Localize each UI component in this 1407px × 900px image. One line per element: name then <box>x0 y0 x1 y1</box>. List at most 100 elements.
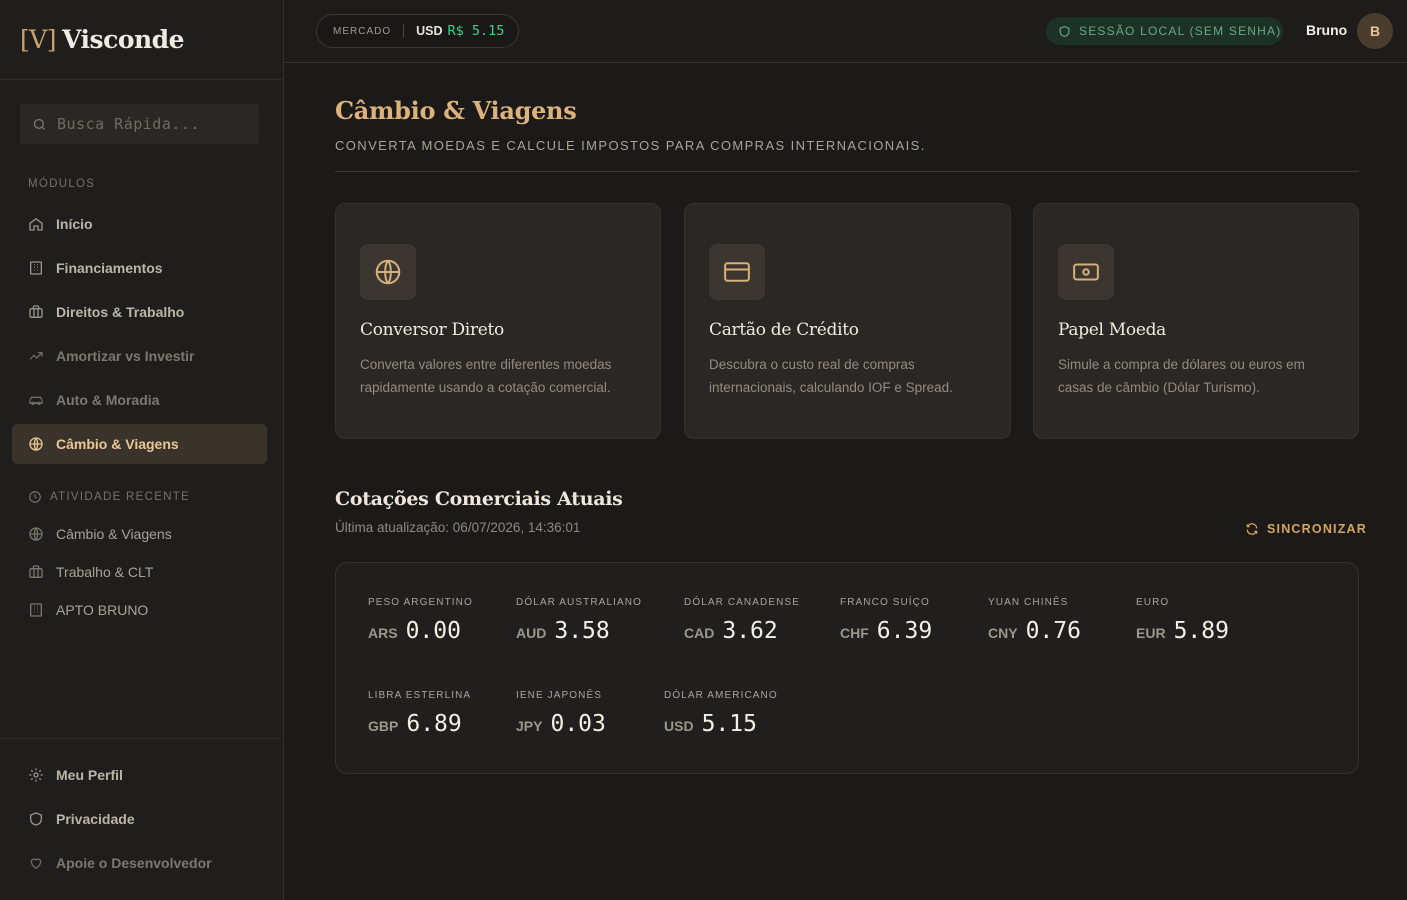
quote-code: USD <box>664 718 694 734</box>
market-divider <box>403 24 405 38</box>
sidebar-item-inicio[interactable]: Início <box>12 204 267 244</box>
quote-item: FRANCO SUÍÇO CHF 6.39 <box>840 597 932 644</box>
quote-code: ARS <box>368 625 398 641</box>
globe-icon <box>29 527 43 541</box>
card-title: Cartão de Crédito <box>709 320 859 340</box>
recent-label-text: ATIVIDADE RECENTE <box>50 491 191 503</box>
quote-code: AUD <box>516 625 547 641</box>
quote-item: DÓLAR AMERICANO USD 5.15 <box>664 690 778 737</box>
building-icon <box>30 603 42 617</box>
car-icon <box>29 396 43 405</box>
recent-item-label: APTO BRUNO <box>56 602 149 618</box>
sync-button[interactable]: SINCRONIZAR <box>1245 522 1367 536</box>
card-cartao-credito[interactable]: Cartão de Crédito Descubra o custo real … <box>684 203 1011 439</box>
card-description: Descubra o custo real de compras interna… <box>709 357 953 395</box>
sidebar-item-cambio[interactable]: Câmbio & Viagens <box>12 424 267 464</box>
sidebar-item-apoie[interactable]: Apoie o Desenvolvedor <box>12 843 267 883</box>
search-icon <box>33 118 45 130</box>
market-ticker: MERCADO USD R$ 5.15 <box>316 14 519 48</box>
sidebar: [V] Visconde MÓDULOS Início Financiament… <box>0 0 284 900</box>
sidebar-item-financiamentos[interactable]: Financiamentos <box>12 248 267 288</box>
sync-label: SINCRONIZAR <box>1267 522 1368 536</box>
quote-name: LIBRA ESTERLINA <box>368 690 472 701</box>
brand-name: Visconde <box>62 25 185 54</box>
heart-icon <box>30 858 42 870</box>
sidebar-item-label: Financiamentos <box>56 260 163 276</box>
quote-item: IENE JAPONÊS JPY 0.03 <box>516 690 606 737</box>
sidebar-item-perfil[interactable]: Meu Perfil <box>12 755 267 795</box>
sidebar-item-label: Auto & Moradia <box>56 392 160 408</box>
quote-value: 5.15 <box>701 711 757 737</box>
quote-value: 6.89 <box>406 711 462 737</box>
user-name[interactable]: Bruno <box>1306 22 1347 38</box>
quote-name: IENE JAPONÊS <box>516 690 602 701</box>
sidebar-footer <box>0 738 284 739</box>
card-description: Simule a compra de dólares ou euros em c… <box>1058 357 1305 395</box>
quote-code: GBP <box>368 718 399 734</box>
quote-name: DÓLAR AMERICANO <box>664 690 778 701</box>
quote-item: DÓLAR AUSTRALIANO AUD 3.58 <box>516 597 642 644</box>
home-icon <box>29 217 43 231</box>
card-conversor-direto[interactable]: Conversor Direto Converta valores entre … <box>335 203 661 439</box>
recent-item-label: Trabalho & CLT <box>56 564 154 580</box>
quote-code: EUR <box>1136 625 1166 641</box>
building-icon <box>30 261 42 275</box>
quote-value: 6.39 <box>876 618 933 644</box>
refresh-icon <box>1246 523 1258 535</box>
banknote-icon <box>1073 263 1099 281</box>
quote-value: 3.58 <box>554 618 610 644</box>
quote-item: DÓLAR CANADENSE CAD 3.62 <box>684 597 800 644</box>
card-icon-box <box>709 244 765 300</box>
quote-value: 3.62 <box>722 618 778 644</box>
market-value: R$ 5.15 <box>447 23 505 39</box>
avatar[interactable]: B <box>1357 13 1393 49</box>
shield-icon <box>30 812 42 826</box>
recent-item-cambio[interactable]: Câmbio & Viagens <box>12 514 267 554</box>
sidebar-item-label: Início <box>56 216 93 232</box>
quote-item: LIBRA ESTERLINA GBP 6.89 <box>368 690 471 737</box>
card-icon-box <box>360 244 416 300</box>
quote-code: CNY <box>988 625 1018 641</box>
quote-code: CAD <box>684 625 715 641</box>
sidebar-item-auto[interactable]: Auto & Moradia <box>12 380 267 420</box>
quote-item: YUAN CHINÊS CNY 0.76 <box>988 597 1081 644</box>
sidebar-item-label: Amortizar vs Investir <box>56 348 195 364</box>
card-title: Conversor Direto <box>360 320 504 340</box>
modules-label: MÓDULOS <box>28 178 96 190</box>
globe-icon <box>375 259 401 285</box>
quote-value: 5.89 <box>1173 618 1229 644</box>
globe-icon <box>29 437 43 451</box>
session-badge: SESSÃO LOCAL (SEM SENHA) <box>1046 17 1283 45</box>
sidebar-item-privacidade[interactable]: Privacidade <box>12 799 267 839</box>
card-icon-box <box>1058 244 1114 300</box>
quotes-title: Cotações Comerciais Atuais <box>335 488 623 510</box>
search-input[interactable] <box>57 115 247 133</box>
quote-code: CHF <box>840 625 869 641</box>
sidebar-item-label: Meu Perfil <box>56 767 123 783</box>
recent-item-trabalho[interactable]: Trabalho & CLT <box>12 552 267 592</box>
brand-logo[interactable]: [V] Visconde <box>0 0 283 80</box>
sidebar-item-label: Privacidade <box>56 811 135 827</box>
sidebar-item-amortizar[interactable]: Amortizar vs Investir <box>12 336 267 376</box>
card-description: Converta valores entre diferentes moedas… <box>360 357 612 395</box>
briefcase-icon <box>29 565 43 578</box>
recent-item-apto[interactable]: APTO BRUNO <box>12 590 267 630</box>
market-currency: USD <box>416 24 443 38</box>
page-title: Câmbio & Viagens <box>335 96 577 125</box>
sidebar-item-direitos[interactable]: Direitos & Trabalho <box>12 292 267 332</box>
page-subtitle: CONVERTA MOEDAS E CALCULE IMPOSTOS PARA … <box>335 138 926 153</box>
quotes-updated: Última atualização: 06/07/2026, 14:36:01 <box>335 520 581 535</box>
credit-card-icon <box>724 262 750 282</box>
quote-value: 0.76 <box>1025 618 1081 644</box>
quote-name: PESO ARGENTINO <box>368 597 473 608</box>
card-papel-moeda[interactable]: Papel Moeda Simule a compra de dólares o… <box>1033 203 1359 439</box>
quick-search[interactable] <box>20 104 259 144</box>
quote-code: JPY <box>516 718 543 734</box>
quote-name: DÓLAR CANADENSE <box>684 597 800 608</box>
shield-icon <box>1059 25 1070 37</box>
market-label: MERCADO <box>333 25 392 37</box>
quote-name: EURO <box>1136 597 1170 608</box>
session-text: SESSÃO LOCAL (SEM SENHA) <box>1079 24 1282 38</box>
gear-icon <box>29 768 43 782</box>
quote-name: YUAN CHINÊS <box>988 597 1069 608</box>
